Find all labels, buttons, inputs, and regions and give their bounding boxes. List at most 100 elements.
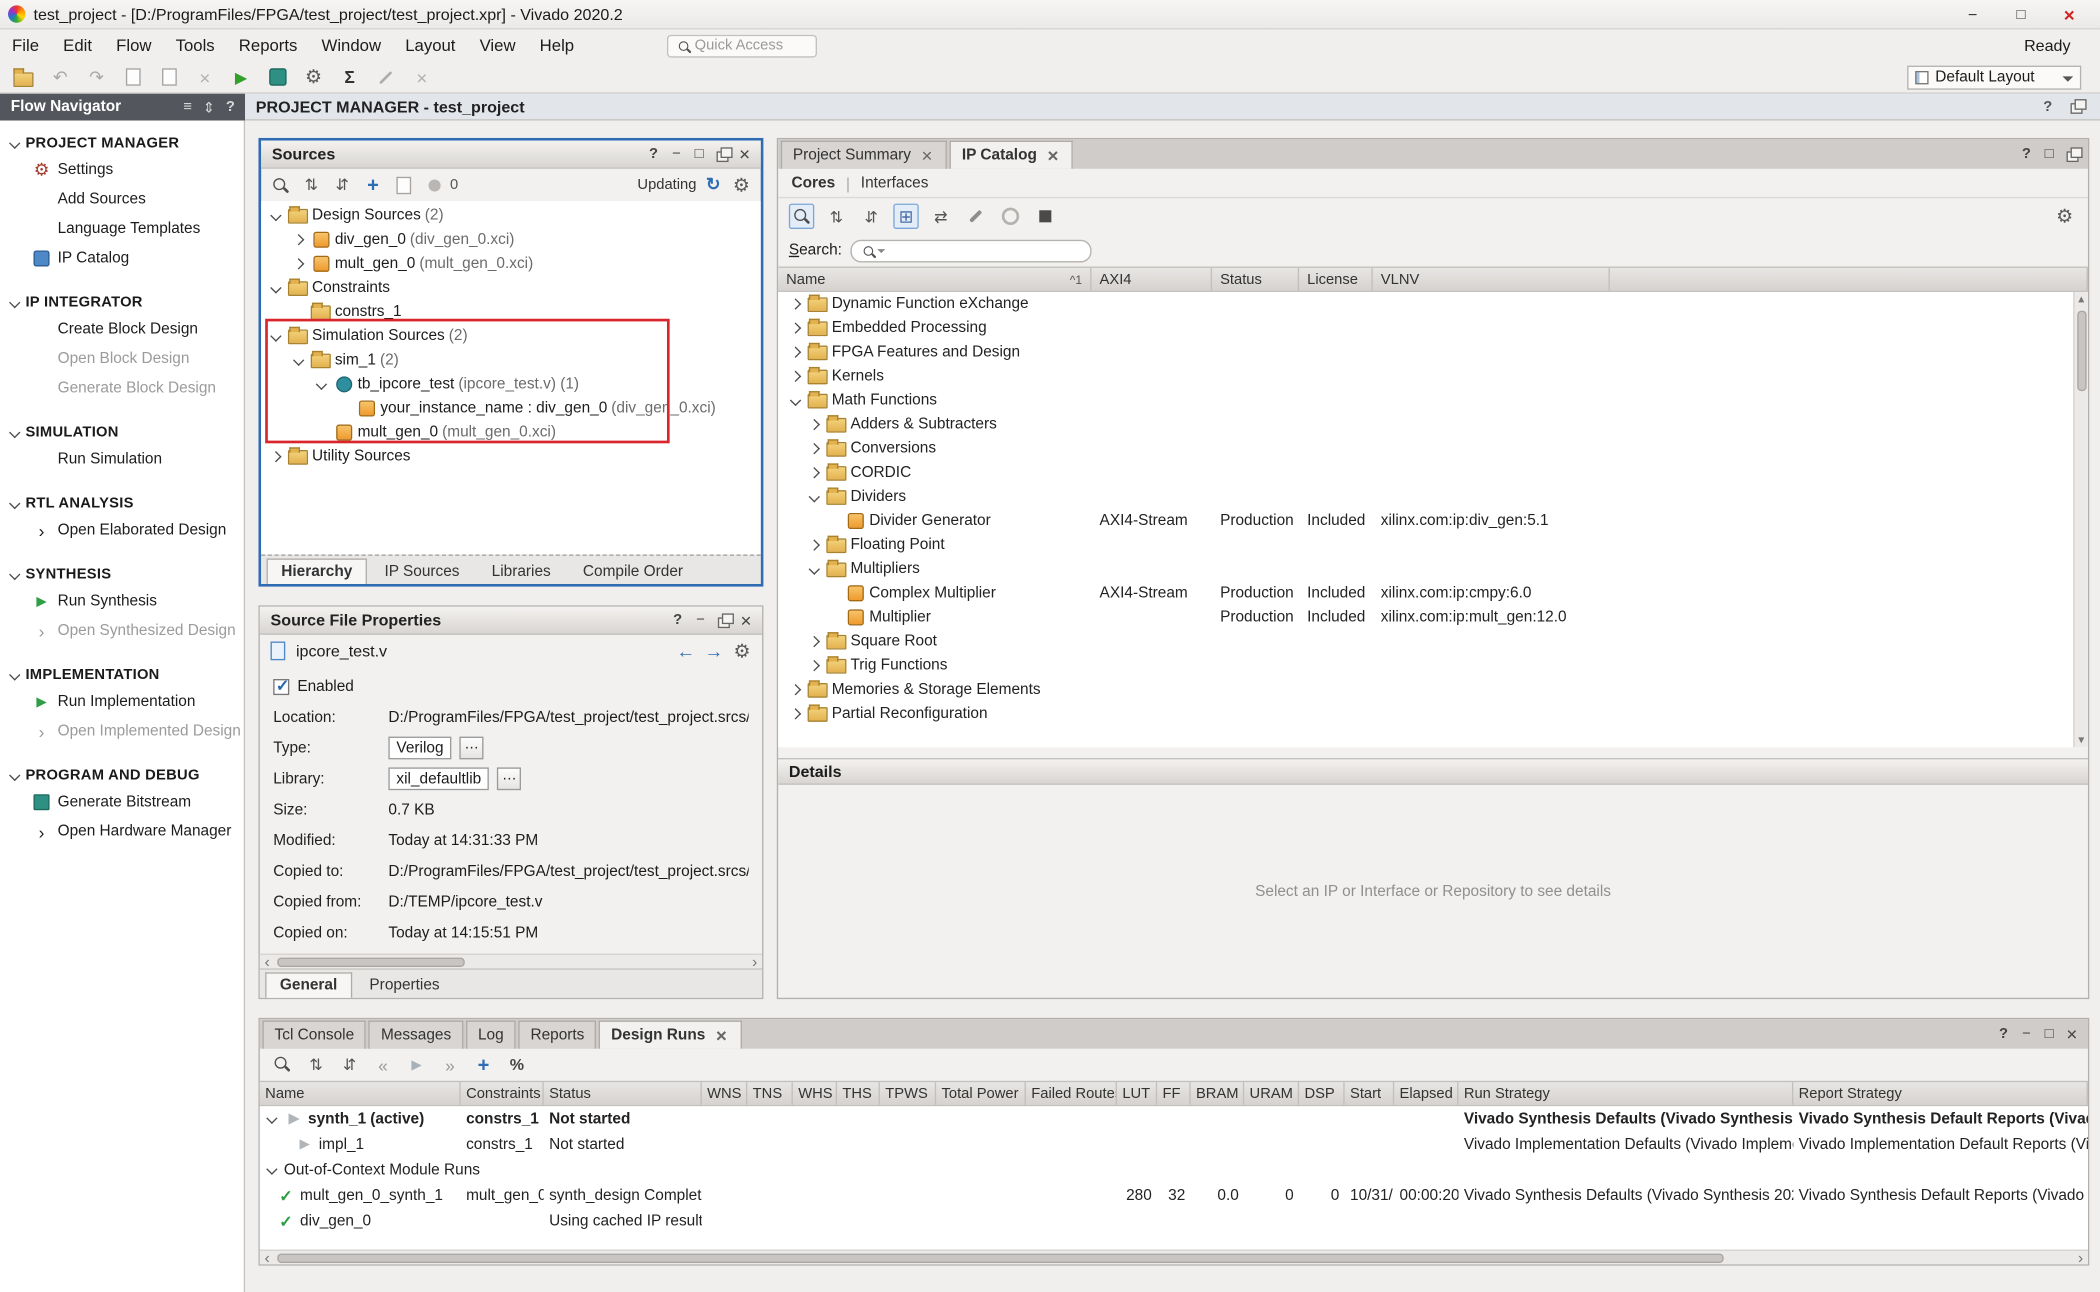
document-tab[interactable]: Project Summary	[781, 141, 947, 169]
twisty-icon[interactable]	[265, 1112, 280, 1127]
catalog-row[interactable]: Floating Point	[778, 533, 2088, 557]
tree-item[interactable]: your_instance_name : div_gen_0 (div_gen_…	[261, 396, 761, 420]
close-icon[interactable]	[735, 609, 756, 630]
expand-all-icon[interactable]	[858, 204, 883, 229]
catalog-row[interactable]: Complex Multiplier AXI4-Stream Productio…	[778, 581, 2088, 605]
scroll-up-icon[interactable]	[2074, 292, 2088, 307]
scrollbar-thumb[interactable]	[2077, 311, 2086, 391]
tree-item[interactable]: div_gen_0 (div_gen_0.xci)	[261, 228, 761, 252]
property-value[interactable]: D:/ProgramFiles/FPGA/test_project/test_p…	[388, 863, 748, 879]
tab-interfaces[interactable]: Interfaces	[861, 175, 929, 191]
tree-item[interactable]: tb_ipcore_test (ipcore_test.v) (1)	[261, 372, 761, 396]
menu-item[interactable]: View	[468, 32, 528, 59]
sigma-icon[interactable]	[336, 64, 363, 91]
twisty-icon[interactable]	[789, 369, 804, 384]
document-tab[interactable]: IP Catalog	[950, 141, 1073, 169]
forward-icon[interactable]	[702, 639, 726, 663]
scroll-right-icon[interactable]	[747, 954, 762, 969]
properties-view-tab[interactable]: Properties	[355, 972, 455, 997]
sidebar-item[interactable]: Add Sources	[0, 185, 244, 214]
column-header-elapsed[interactable]: Elapsed	[1394, 1082, 1458, 1105]
column-header-wns[interactable]: WNS	[702, 1082, 748, 1105]
add-icon[interactable]	[471, 1053, 495, 1077]
twisty-icon[interactable]	[789, 345, 804, 360]
sidebar-item[interactable]: Generate Bitstream	[0, 788, 244, 817]
sidebar-item[interactable]: Run Simulation	[0, 445, 244, 474]
square-icon[interactable]	[1033, 204, 1058, 229]
catalog-row[interactable]: Math Functions	[778, 388, 2088, 412]
twisty-icon[interactable]	[269, 449, 284, 464]
details-header[interactable]: Details	[778, 758, 2088, 785]
catalog-row[interactable]: Divider Generator AXI4-Stream Production…	[778, 509, 2088, 533]
horizontal-scrollbar[interactable]	[260, 954, 762, 969]
help-icon[interactable]	[2036, 94, 2060, 118]
bottom-panel-tab[interactable]: Reports	[518, 1021, 596, 1049]
tab-cores[interactable]: Cores	[792, 175, 836, 191]
scrollbar-thumb[interactable]	[277, 957, 465, 966]
catalog-row[interactable]: Conversions	[778, 437, 2088, 461]
column-header-start[interactable]: Start	[1345, 1082, 1395, 1105]
property-value[interactable]: Today at 14:15:51 PM	[388, 925, 538, 941]
sidebar-section-header[interactable]: PROGRAM AND DEBUG	[0, 763, 244, 787]
property-value[interactable]: D:/ProgramFiles/FPGA/test_project/test_p…	[388, 709, 748, 725]
column-header-status[interactable]: Status	[1212, 268, 1299, 291]
design-run-row[interactable]: mult_gen_0_synth_1 mult_gen_0 synth_desi…	[260, 1183, 2088, 1208]
tree-item[interactable]: Simulation Sources (2)	[261, 324, 761, 348]
sources-view-tab[interactable]: Libraries	[477, 558, 566, 583]
hierarchy-icon[interactable]	[893, 204, 918, 229]
property-value[interactable]: Today at 14:31:33 PM	[388, 832, 538, 848]
circle-icon[interactable]	[998, 204, 1023, 229]
search-icon[interactable]	[271, 1053, 295, 1077]
twisty-icon[interactable]	[315, 377, 330, 392]
column-header-vlnv[interactable]: VLNV	[1373, 268, 1610, 291]
minimize-icon[interactable]	[2016, 1023, 2037, 1044]
menu-item[interactable]: Edit	[51, 32, 104, 59]
sources-view-tab[interactable]: Hierarchy	[267, 558, 368, 583]
twisty-icon[interactable]	[808, 441, 823, 456]
twisty-icon[interactable]	[269, 208, 284, 223]
maximize-icon[interactable]	[2038, 143, 2059, 164]
bottom-panel-tab[interactable]: Design Runs	[599, 1021, 741, 1049]
property-value[interactable]: D:/TEMP/ipcore_test.v	[388, 894, 542, 910]
edit-icon[interactable]	[372, 64, 399, 91]
sidebar-item[interactable]: Open Hardware Manager	[0, 817, 244, 846]
design-run-row[interactable]: synth_1 (active) constrs_1 Not started	[260, 1106, 2088, 1131]
bottom-panel-tab[interactable]: Log	[466, 1021, 516, 1049]
tree-item[interactable]: sim_1 (2)	[261, 348, 761, 372]
sidebar-item[interactable]: Language Templates	[0, 214, 244, 243]
quick-access-search[interactable]: Quick Access	[667, 34, 817, 57]
step-first-icon[interactable]	[371, 1053, 395, 1077]
catalog-row[interactable]: Adders & Subtracters	[778, 413, 2088, 437]
catalog-row[interactable]: FPGA Features and Design	[778, 340, 2088, 364]
column-header-constraints[interactable]: Constraints	[461, 1082, 544, 1105]
column-header-name[interactable]: Name ^1	[778, 268, 1091, 291]
twisty-icon[interactable]	[808, 490, 823, 505]
search-icon[interactable]	[789, 204, 814, 229]
run-icon[interactable]	[228, 64, 255, 91]
float-icon[interactable]	[713, 609, 734, 630]
column-header-tpws[interactable]: TPWS	[880, 1082, 936, 1105]
sidebar-item[interactable]: Open Elaborated Design	[0, 516, 244, 545]
gear-icon[interactable]	[730, 173, 753, 196]
help-icon[interactable]	[221, 98, 240, 117]
resize-icon[interactable]	[200, 98, 219, 117]
maximize-icon[interactable]	[2009, 2, 2033, 26]
dot-badge-icon[interactable]	[423, 173, 446, 196]
collapse-all-icon[interactable]	[300, 173, 323, 196]
flow-navigator-header[interactable]: Flow Navigator	[0, 94, 245, 121]
catalog-row[interactable]: Dividers	[778, 485, 2088, 509]
back-icon[interactable]	[674, 639, 698, 663]
twisty-icon[interactable]	[808, 658, 823, 673]
expand-all-icon[interactable]	[338, 1053, 362, 1077]
column-header-run-strategy[interactable]: Run Strategy	[1458, 1082, 1793, 1105]
browse-button[interactable]: …	[460, 737, 484, 760]
menu-item[interactable]: Reports	[227, 32, 310, 59]
sources-view-tab[interactable]: Compile Order	[568, 558, 698, 583]
twisty-icon[interactable]	[808, 562, 823, 577]
minimize-icon[interactable]	[690, 609, 711, 630]
tree-item[interactable]: Utility Sources	[261, 445, 761, 469]
twisty-icon[interactable]	[265, 1163, 280, 1178]
sidebar-section-header[interactable]: SYNTHESIS	[0, 563, 244, 587]
gear-icon[interactable]	[2052, 204, 2077, 229]
column-header-total-power[interactable]: Total Power	[936, 1082, 1026, 1105]
